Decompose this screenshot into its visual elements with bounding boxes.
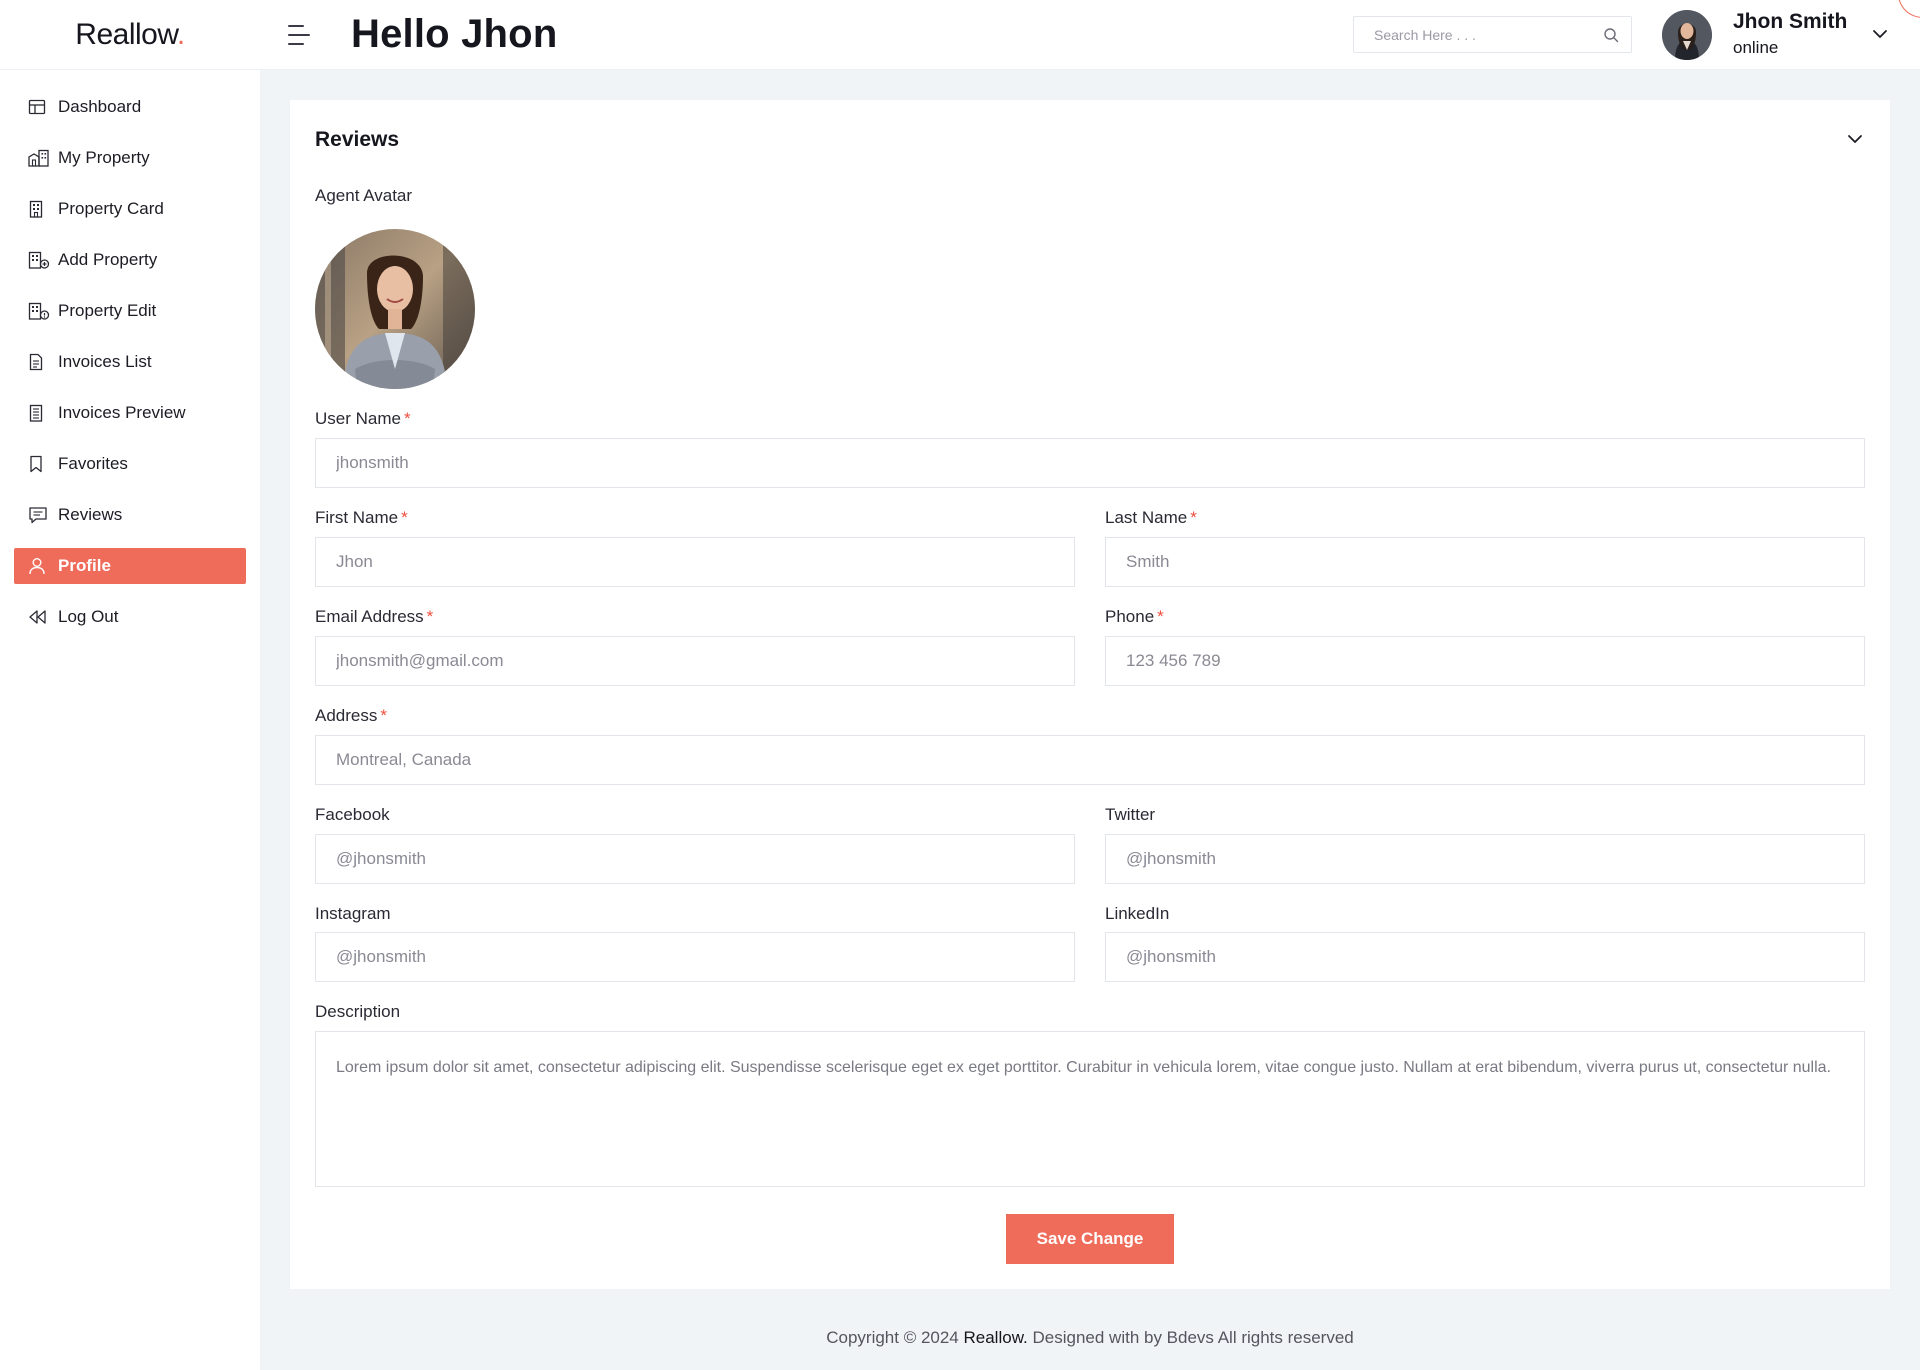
- footer-brand-link[interactable]: Reallow.: [964, 1328, 1028, 1347]
- sidebar-item-label: Property Card: [58, 199, 164, 218]
- document-icon: [28, 352, 50, 372]
- building-edit-icon: [28, 301, 50, 321]
- sidebar-item-label: Invoices List: [58, 352, 152, 371]
- email-label: Email Address *: [315, 607, 434, 626]
- sidebar-item-favorites[interactable]: Favorites: [14, 446, 246, 482]
- chevron-down-icon[interactable]: [1846, 130, 1864, 153]
- sidebar-item-label: Favorites: [58, 454, 128, 473]
- search-icon[interactable]: [1591, 17, 1631, 52]
- footer: Copyright © 2024 Reallow. Designed with …: [260, 1328, 1920, 1348]
- receipt-icon: [28, 403, 50, 423]
- sidebar-item-profile[interactable]: Profile: [14, 548, 246, 584]
- user-icon: [28, 556, 50, 576]
- building-add-icon: [28, 250, 50, 270]
- facebook-label: Facebook: [315, 805, 390, 824]
- top-bar: Reallow. Hello Jhon Jhon Smith online: [0, 0, 1920, 70]
- logo-dot: .: [176, 18, 185, 51]
- buildings-icon: [28, 148, 50, 168]
- search-input[interactable]: [1354, 17, 1591, 52]
- first-name-label: First Name *: [315, 508, 408, 527]
- footer-copyright: Copyright © 2024: [826, 1328, 964, 1347]
- card-title: Reviews: [315, 128, 400, 151]
- dashboard-icon: [28, 97, 50, 117]
- user-status: online: [1733, 38, 1779, 57]
- user-avatar[interactable]: [1662, 10, 1712, 60]
- sidebar-item-label: Reviews: [58, 505, 123, 524]
- sidebar: Dashboard My Property Property Card Add Pro…: [0, 70, 260, 1370]
- email-input[interactable]: [315, 636, 1075, 686]
- sidebar-item-label: Add Property: [58, 250, 158, 269]
- message-icon: [28, 505, 50, 525]
- user-name[interactable]: Jhon Smith: [1733, 10, 1847, 34]
- menu-toggle-icon[interactable]: [288, 25, 312, 45]
- first-name-input[interactable]: [315, 537, 1075, 587]
- instagram-label: Instagram: [315, 904, 391, 923]
- sidebar-item-property-edit[interactable]: Property Edit: [14, 293, 246, 329]
- corner-decoration: [1898, 0, 1920, 18]
- sidebar-item-dashboard[interactable]: Dashboard: [14, 89, 246, 125]
- sidebar-item-label: Dashboard: [58, 97, 142, 116]
- sidebar-item-property-card[interactable]: Property Card: [14, 191, 246, 227]
- footer-credits: Designed with by Bdevs All rights reserv…: [1027, 1328, 1354, 1347]
- sidebar-item-label: Profile: [58, 556, 111, 575]
- sidebar-item-label: Invoices Preview: [58, 403, 186, 422]
- profile-card: Reviews Agent Avatar User Name * jhonsmi…: [290, 100, 1890, 1289]
- username-input[interactable]: [315, 438, 1865, 488]
- twitter-input[interactable]: [1105, 834, 1865, 884]
- sidebar-item-add-property[interactable]: Add Property: [14, 242, 246, 278]
- last-name-label: Last Name *: [1105, 508, 1197, 527]
- linkedin-label: LinkedIn: [1105, 904, 1170, 923]
- phone-label: Phone *: [1105, 607, 1164, 626]
- last-name-input[interactable]: [1105, 537, 1865, 587]
- facebook-input[interactable]: [315, 834, 1075, 884]
- phone-input[interactable]: [1105, 636, 1865, 686]
- page-title: Hello Jhon: [351, 12, 558, 56]
- logout-icon: [28, 607, 50, 627]
- sidebar-item-label: My Property: [58, 148, 150, 167]
- address-label: Address *: [315, 706, 387, 725]
- sidebar-item-invoices-list[interactable]: Invoices List: [14, 344, 246, 380]
- sidebar-item-label: Log Out: [58, 607, 119, 626]
- sidebar-item-log-out[interactable]: Log Out: [14, 599, 246, 635]
- chevron-down-icon[interactable]: [1872, 26, 1888, 47]
- description-textarea[interactable]: Lorem ipsum dolor sit amet, consectetur …: [315, 1031, 1865, 1187]
- building-icon: [28, 199, 50, 219]
- linkedin-input[interactable]: [1105, 932, 1865, 982]
- instagram-input[interactable]: [315, 932, 1075, 982]
- sidebar-item-label: Property Edit: [58, 301, 157, 320]
- logo[interactable]: Reallow.: [0, 0, 260, 70]
- agent-avatar[interactable]: [315, 229, 475, 389]
- sidebar-item-my-property[interactable]: My Property: [14, 140, 246, 176]
- address-input[interactable]: [315, 735, 1865, 785]
- username-label: User Name *: [315, 409, 411, 428]
- description-label: Description: [315, 1002, 401, 1021]
- twitter-label: Twitter: [1105, 805, 1156, 824]
- search-box: [1353, 16, 1632, 53]
- bookmark-icon: [28, 454, 50, 474]
- save-change-button[interactable]: Save Change: [1006, 1214, 1174, 1264]
- sidebar-item-reviews[interactable]: Reviews: [14, 497, 246, 533]
- avatar-label: Agent Avatar: [315, 186, 413, 205]
- sidebar-item-invoices-preview[interactable]: Invoices Preview: [14, 395, 246, 431]
- logo-text: Reallow: [75, 18, 177, 51]
